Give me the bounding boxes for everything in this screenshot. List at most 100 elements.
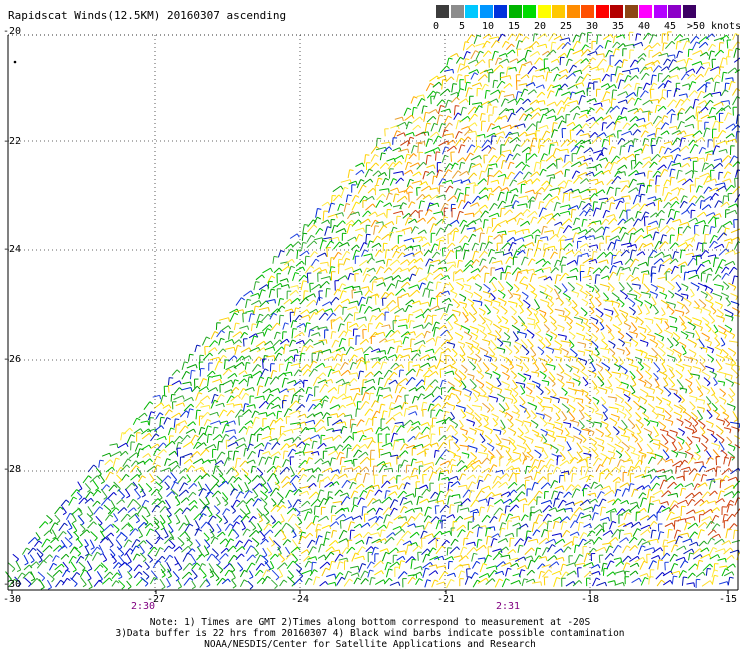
wind-barb-flag bbox=[259, 385, 264, 388]
wind-barb-flag bbox=[671, 176, 676, 179]
wind-barb-flag bbox=[459, 245, 463, 250]
wind-barb bbox=[351, 201, 357, 211]
wind-barb bbox=[392, 147, 400, 152]
wind-barb bbox=[344, 329, 349, 337]
wind-barb bbox=[381, 178, 386, 186]
wind-barb bbox=[387, 354, 396, 359]
wind-barb-flag bbox=[483, 178, 487, 182]
wind-barb-flag bbox=[571, 250, 575, 255]
wind-barb bbox=[685, 68, 694, 74]
wind-barb bbox=[434, 336, 438, 346]
wind-barb bbox=[538, 309, 547, 314]
wind-barb-flag bbox=[563, 180, 567, 185]
wind-barb-flag bbox=[658, 136, 663, 139]
wind-barb-flag bbox=[719, 296, 723, 301]
wind-barb-flag bbox=[637, 218, 642, 222]
wind-barb-flag bbox=[397, 279, 402, 283]
wind-barb bbox=[410, 338, 412, 348]
wind-barb-flag bbox=[420, 250, 424, 255]
wind-barb-flag bbox=[649, 44, 653, 49]
wind-barb bbox=[726, 40, 729, 49]
wind-barb-flag bbox=[726, 201, 730, 206]
wind-barb bbox=[488, 163, 497, 166]
wind-barb-flag bbox=[506, 187, 510, 192]
wind-barb-flag bbox=[648, 170, 653, 172]
wind-barb bbox=[432, 175, 435, 185]
wind-barb bbox=[505, 66, 509, 76]
wind-barb-flag bbox=[610, 337, 615, 341]
wind-barb bbox=[442, 179, 452, 184]
wind-barb bbox=[660, 122, 666, 130]
wind-barb-flag bbox=[401, 155, 405, 160]
wind-barb-flag bbox=[365, 154, 370, 156]
wind-barb bbox=[497, 393, 506, 399]
wind-barb bbox=[471, 242, 476, 251]
wind-barb-flag bbox=[489, 193, 494, 196]
wind-barb bbox=[450, 152, 452, 162]
wind-barb-flag bbox=[727, 155, 732, 159]
wind-barb bbox=[688, 217, 697, 223]
wind-barb-flag bbox=[214, 340, 219, 344]
wind-barb-flag bbox=[474, 359, 477, 364]
wind-barb bbox=[500, 124, 511, 129]
wind-barb-flag bbox=[515, 303, 518, 308]
wind-barb bbox=[350, 244, 358, 250]
wind-barb bbox=[492, 306, 500, 311]
wind-barb-flag bbox=[509, 150, 512, 155]
wind-barb bbox=[469, 325, 479, 330]
wind-barb-flag bbox=[629, 195, 631, 200]
wind-barb-flag bbox=[374, 211, 378, 216]
wind-barb bbox=[373, 277, 383, 281]
wind-barb bbox=[669, 66, 678, 73]
wind-barb-flag bbox=[590, 341, 593, 346]
wind-barb bbox=[461, 364, 468, 371]
wind-barb bbox=[478, 204, 486, 211]
wind-barb bbox=[667, 208, 672, 218]
wind-barb bbox=[301, 233, 304, 241]
wind-barb bbox=[596, 251, 604, 260]
wind-barb-flag bbox=[440, 227, 445, 231]
wind-barb bbox=[471, 339, 480, 345]
wind-barb bbox=[600, 83, 609, 88]
wind-barb bbox=[256, 347, 265, 353]
wind-barb-flag bbox=[509, 295, 513, 299]
wind-barb-flag bbox=[734, 67, 738, 72]
wind-barb bbox=[623, 341, 632, 344]
wind-barb-flag bbox=[530, 61, 533, 66]
wind-barb-flag bbox=[383, 224, 388, 229]
wind-barb-flag bbox=[357, 211, 361, 217]
wind-barb-flag bbox=[636, 82, 641, 85]
wind-barb bbox=[573, 250, 580, 257]
wind-barb-flag bbox=[382, 193, 386, 198]
wind-barb-flag bbox=[640, 367, 644, 371]
wind-barb bbox=[695, 106, 698, 117]
wind-barb bbox=[321, 219, 329, 224]
wind-barb-flag bbox=[379, 200, 384, 204]
wind-barb-flag bbox=[519, 171, 524, 175]
wind-barb-flag bbox=[651, 319, 654, 325]
wind-barb-flag bbox=[437, 187, 439, 192]
wind-barb bbox=[725, 297, 731, 304]
wind-barb-flag bbox=[637, 203, 641, 208]
wind-barb-flag bbox=[322, 372, 327, 377]
wind-barb bbox=[595, 189, 603, 195]
wind-barb bbox=[528, 283, 536, 290]
wind-barb bbox=[605, 84, 615, 91]
wind-barb-flag bbox=[610, 202, 615, 205]
wind-barb-flag bbox=[600, 313, 604, 318]
wind-barb-flag bbox=[529, 390, 533, 395]
wind-barb bbox=[629, 370, 636, 378]
wind-barb-flag bbox=[498, 302, 501, 307]
wind-barb bbox=[409, 289, 418, 297]
wind-barb bbox=[181, 387, 192, 391]
wind-barb bbox=[486, 123, 492, 132]
wind-barb bbox=[636, 87, 639, 97]
wind-barb-flag bbox=[532, 397, 535, 402]
wind-barb-flag bbox=[611, 311, 614, 316]
wind-barb bbox=[256, 376, 261, 386]
wind-barb bbox=[277, 250, 282, 258]
wind-barb-flag bbox=[660, 264, 665, 267]
wind-barb-flag bbox=[356, 372, 359, 377]
wind-barb bbox=[544, 199, 551, 209]
wind-barb-flag bbox=[556, 142, 559, 147]
